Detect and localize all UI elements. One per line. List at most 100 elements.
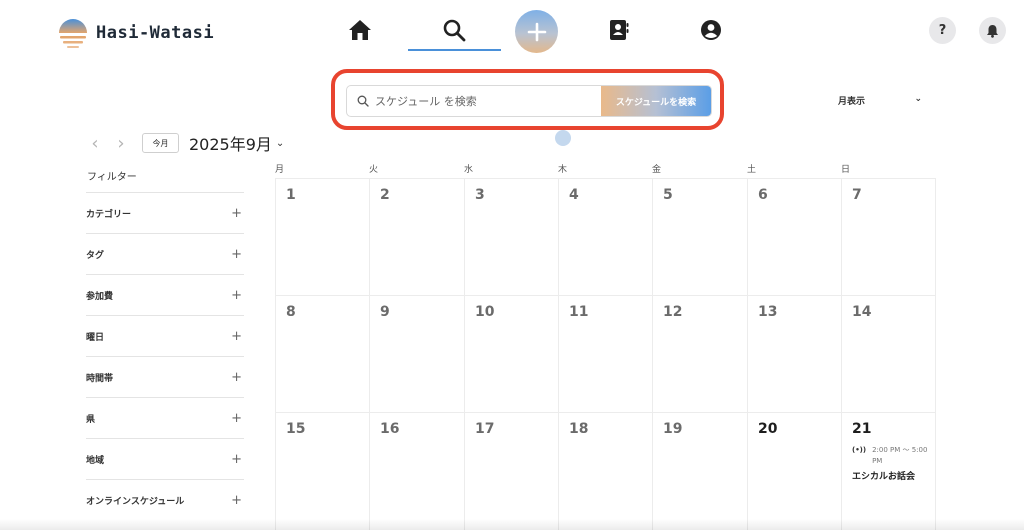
day-number: 18 xyxy=(569,421,589,437)
search-icon xyxy=(357,95,369,107)
filter-time-slot[interactable]: 時間帯 + xyxy=(86,356,244,397)
day-number: 3 xyxy=(475,187,485,203)
next-month-button[interactable]: › xyxy=(112,132,130,154)
filter-label: オンラインスケジュール xyxy=(86,496,185,507)
nav-profile[interactable] xyxy=(695,14,727,46)
calendar-day[interactable]: 18 xyxy=(558,412,652,530)
day-number: 17 xyxy=(475,421,495,437)
weekday-header: 月 火 水 木 金 土 日 xyxy=(275,162,936,178)
calendar-event[interactable]: (•)) 2:00 PM 〜 5:00 PM エシカルお話会 xyxy=(852,445,932,482)
day-number: 8 xyxy=(286,304,296,320)
plus-icon: + xyxy=(231,246,242,262)
day-number: 9 xyxy=(380,304,390,320)
event-time: 2:00 PM 〜 5:00 PM xyxy=(872,446,928,465)
calendar-day[interactable]: 10 xyxy=(464,295,558,412)
day-number: 7 xyxy=(852,187,862,203)
day-number: 2 xyxy=(380,187,390,203)
this-month-button[interactable]: 今月 xyxy=(142,133,179,153)
filter-tag[interactable]: タグ + xyxy=(86,233,244,274)
filter-category[interactable]: カテゴリー + xyxy=(86,192,244,233)
prev-month-button[interactable]: ‹ xyxy=(86,132,104,154)
scroll-indicator xyxy=(555,130,571,146)
filter-label: タグ xyxy=(86,250,105,261)
calendar-day[interactable]: 9 xyxy=(369,295,464,412)
live-broadcast-icon: (•)) xyxy=(852,446,867,454)
calendar-grid: 1 2 3 4 5 6 7 8 9 10 11 12 13 14 15 16 1… xyxy=(275,178,936,530)
filter-list: カテゴリー + タグ + 参加費 + 曜日 + 時間帯 + 県 + 地域 + オ… xyxy=(86,192,244,520)
weekday-label: 日 xyxy=(841,165,851,175)
weekday-label: 水 xyxy=(464,165,474,175)
day-number: 6 xyxy=(758,187,768,203)
day-number: 13 xyxy=(758,304,778,320)
weekday-label: 火 xyxy=(369,165,379,175)
weekday-label: 金 xyxy=(652,165,662,175)
calendar-day[interactable]: 5 xyxy=(652,178,747,295)
day-number: 11 xyxy=(569,304,589,320)
help-icon: ? xyxy=(938,23,947,38)
active-tab-indicator xyxy=(408,49,501,51)
calendar-day[interactable]: 20 xyxy=(747,412,841,530)
calendar-day[interactable]: 3 xyxy=(464,178,558,295)
filter-label: 地域 xyxy=(86,455,105,466)
chevron-down-icon: ⌄ xyxy=(914,94,922,104)
calendar-day[interactable]: 7 xyxy=(841,178,936,295)
nav-add-button[interactable] xyxy=(515,10,558,53)
day-number: 10 xyxy=(475,304,495,320)
schedule-search-button[interactable]: スケジュールを検索 xyxy=(601,86,711,116)
schedule-search-input[interactable] xyxy=(375,94,585,108)
calendar-day[interactable]: 16 xyxy=(369,412,464,530)
filter-title: フィルター xyxy=(87,172,137,183)
view-mode-select[interactable]: 月表示 ⌄ xyxy=(838,94,922,107)
filter-fee[interactable]: 参加費 + xyxy=(86,274,244,315)
weekday-label: 月 xyxy=(275,165,285,175)
calendar-day[interactable]: 17 xyxy=(464,412,558,530)
help-button[interactable]: ? xyxy=(929,17,956,44)
chevron-right-icon: › xyxy=(117,132,125,154)
bottom-shadow xyxy=(0,519,1024,530)
app-header: Hasi-Watasi ? xyxy=(0,0,1024,62)
user-icon xyxy=(701,20,721,40)
filter-label: 時間帯 xyxy=(86,373,114,384)
weekday-label: 土 xyxy=(747,165,757,175)
nav-contacts[interactable] xyxy=(603,14,635,46)
notifications-button[interactable] xyxy=(979,17,1006,44)
calendar-day[interactable]: 12 xyxy=(652,295,747,412)
calendar-day[interactable]: 14 xyxy=(841,295,936,412)
filter-region[interactable]: 地域 + xyxy=(86,438,244,479)
plus-icon: + xyxy=(231,410,242,426)
filter-label: カテゴリー xyxy=(86,209,132,220)
day-number: 16 xyxy=(380,421,400,437)
day-number: 5 xyxy=(663,187,673,203)
month-title[interactable]: 2025年9月 xyxy=(189,131,272,155)
filter-weekday[interactable]: 曜日 + xyxy=(86,315,244,356)
calendar-day[interactable]: 19 xyxy=(652,412,747,530)
home-icon xyxy=(349,20,371,40)
calendar-day[interactable]: 4 xyxy=(558,178,652,295)
day-number: 4 xyxy=(569,187,579,203)
plus-icon xyxy=(527,22,546,41)
calendar-day[interactable]: 2 xyxy=(369,178,464,295)
filter-online[interactable]: オンラインスケジュール + xyxy=(86,479,244,520)
calendar-day[interactable]: 13 xyxy=(747,295,841,412)
calendar-day[interactable]: 15 xyxy=(275,412,369,530)
calendar-day[interactable]: 1 xyxy=(275,178,369,295)
bell-icon xyxy=(987,24,998,38)
logo-icon xyxy=(59,19,87,48)
plus-icon: + xyxy=(231,328,242,344)
calendar-day[interactable]: 6 xyxy=(747,178,841,295)
calendar-day[interactable]: 8 xyxy=(275,295,369,412)
filter-prefecture[interactable]: 県 + xyxy=(86,397,244,438)
chevron-down-icon[interactable]: ⌄ xyxy=(276,138,284,149)
app-name: Hasi-Watasi xyxy=(96,23,215,43)
app-logo[interactable]: Hasi-Watasi xyxy=(56,16,214,50)
nav-search[interactable] xyxy=(438,14,470,46)
event-time-row: (•)) 2:00 PM 〜 5:00 PM xyxy=(852,445,932,467)
filter-label: 曜日 xyxy=(86,332,105,343)
calendar-day[interactable]: 11 xyxy=(558,295,652,412)
event-title: エシカルお話会 xyxy=(852,472,916,482)
calendar-day[interactable]: 21 (•)) 2:00 PM 〜 5:00 PM エシカルお話会 xyxy=(841,412,936,530)
filter-label: 県 xyxy=(86,414,96,425)
schedule-search-bar: スケジュール を検索 xyxy=(346,85,712,117)
nav-home[interactable] xyxy=(344,14,376,46)
chevron-left-icon: ‹ xyxy=(91,132,99,154)
